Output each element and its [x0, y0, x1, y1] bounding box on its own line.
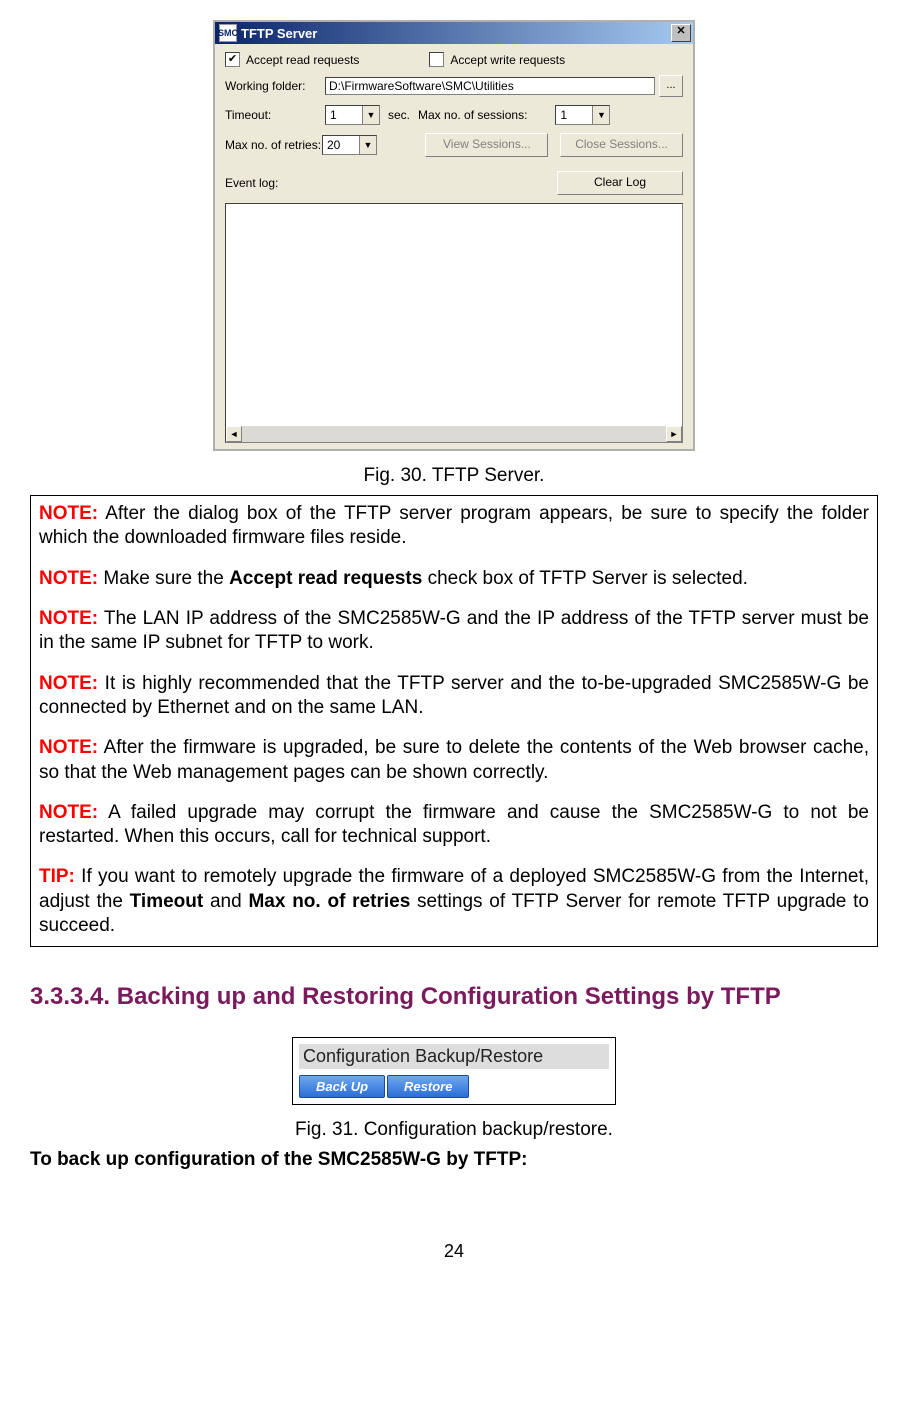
backup-button[interactable]: Back Up: [299, 1075, 385, 1098]
note-3-text: The LAN IP address of the SMC2585W-G and…: [39, 608, 869, 653]
titlebar: SMC TFTP Server ✕: [215, 22, 693, 44]
accept-read-checkbox[interactable]: ✔: [225, 52, 240, 67]
backup-title: Configuration Backup/Restore: [299, 1044, 609, 1069]
event-log-area[interactable]: ◄ ►: [225, 203, 683, 443]
note-6-text: A failed upgrade may corrupt the firmwar…: [39, 802, 869, 847]
note-1-text: After the dialog box of the TFTP server …: [39, 503, 869, 548]
note-5-text: After the firmware is upgraded, be sure …: [39, 737, 869, 782]
max-sessions-label: Max no. of sessions:: [418, 108, 527, 122]
backup-instruction: To back up configuration of the SMC2585W…: [30, 1149, 878, 1171]
backup-restore-panel: Configuration Backup/Restore Back Up Res…: [292, 1037, 616, 1105]
figure-30-caption: Fig. 30. TFTP Server.: [30, 465, 878, 487]
section-heading: 3.3.3.4. Backing up and Restoring Config…: [30, 983, 878, 1011]
accept-read-label: Accept read requests: [246, 53, 359, 67]
note-label: NOTE:: [39, 802, 98, 823]
timeout-select[interactable]: 1 ▼: [325, 105, 380, 125]
accept-write-checkbox[interactable]: [429, 52, 444, 67]
window-title: TFTP Server: [241, 26, 671, 41]
note-2c: check box of TFTP Server is selected.: [422, 568, 748, 589]
working-folder-input[interactable]: D:\FirmwareSoftware\SMC\Utilities: [325, 77, 655, 95]
close-sessions-button[interactable]: Close Sessions...: [560, 133, 683, 157]
page-number: 24: [30, 1241, 878, 1262]
note-label: NOTE:: [39, 673, 98, 694]
view-sessions-button[interactable]: View Sessions...: [425, 133, 548, 157]
app-icon: SMC: [219, 24, 237, 42]
figure-31-caption: Fig. 31. Configuration backup/restore.: [30, 1119, 878, 1141]
horizontal-scrollbar[interactable]: ◄ ►: [226, 426, 682, 442]
sec-label: sec.: [388, 108, 410, 122]
max-retries-label: Max no. of retries:: [225, 138, 322, 152]
notes-box: NOTE: After the dialog box of the TFTP s…: [30, 495, 878, 947]
note-2b: Accept read requests: [229, 568, 422, 589]
max-retries-select[interactable]: 20 ▼: [322, 135, 377, 155]
tftp-server-dialog: SMC TFTP Server ✕ ✔ Accept read requests…: [213, 20, 695, 451]
restore-button[interactable]: Restore: [387, 1075, 469, 1098]
working-folder-label: Working folder:: [225, 79, 325, 93]
chevron-down-icon: ▼: [359, 136, 376, 154]
scroll-right-icon[interactable]: ►: [666, 426, 682, 442]
note-label: NOTE:: [39, 503, 98, 524]
note-label: NOTE:: [39, 608, 98, 629]
note-4-text: It is highly recommended that the TFTP s…: [39, 673, 869, 718]
chevron-down-icon: ▼: [362, 106, 379, 124]
event-log-label: Event log:: [225, 176, 325, 190]
note-label: NOTE:: [39, 568, 98, 589]
max-retries-value: 20: [323, 138, 359, 152]
timeout-label: Timeout:: [225, 108, 325, 122]
accept-write-label: Accept write requests: [450, 53, 565, 67]
close-icon[interactable]: ✕: [671, 24, 691, 42]
tip-1c: and: [203, 891, 248, 912]
tip-1b: Timeout: [130, 891, 204, 912]
note-2a: Make sure the: [98, 568, 229, 589]
scroll-left-icon[interactable]: ◄: [226, 426, 242, 442]
browse-button[interactable]: ...: [659, 75, 683, 97]
tip-label: TIP:: [39, 866, 75, 887]
scroll-track[interactable]: [242, 426, 666, 442]
max-sessions-select[interactable]: 1 ▼: [555, 105, 610, 125]
note-label: NOTE:: [39, 737, 98, 758]
tip-1d: Max no. of retries: [248, 891, 410, 912]
clear-log-button[interactable]: Clear Log: [557, 171, 683, 195]
timeout-value: 1: [326, 108, 362, 122]
max-sessions-value: 1: [556, 108, 592, 122]
chevron-down-icon: ▼: [592, 106, 609, 124]
